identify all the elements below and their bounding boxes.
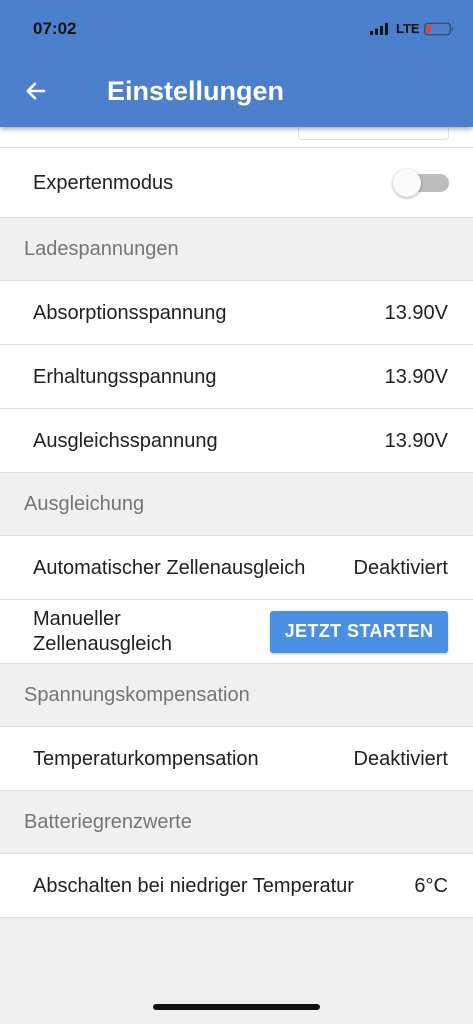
setting-value: 13.90V — [384, 301, 448, 324]
section-header-charge-voltages: Ladespannungen — [0, 218, 473, 281]
list-item-partial — [0, 127, 473, 148]
start-now-button[interactable]: JETZT STARTEN — [270, 610, 448, 653]
setting-temperature-compensation[interactable]: Temperaturkompensation Deaktiviert — [0, 727, 473, 791]
setting-value: 13.90V — [384, 429, 448, 452]
setting-label: Erhaltungsspannung — [33, 365, 217, 388]
setting-label: Abschalten bei niedriger Temperatur — [33, 874, 354, 897]
setting-expert-mode[interactable]: Expertenmodus — [0, 148, 473, 218]
setting-value: Deaktiviert — [353, 747, 448, 770]
section-header-voltage-compensation: Spannungskompensation — [0, 664, 473, 727]
section-title: Ausgleichung — [24, 492, 145, 515]
setting-value: 6°C — [414, 874, 448, 897]
setting-low-temperature-cutoff[interactable]: Abschalten bei niedriger Temperatur 6°C — [0, 854, 473, 918]
status-time: 07:02 — [33, 19, 77, 38]
setting-label: Expertenmodus — [33, 171, 174, 194]
value-field[interactable] — [298, 127, 449, 140]
setting-equalization-voltage[interactable]: Ausgleichsspannung 13.90V — [0, 409, 473, 473]
expert-mode-toggle[interactable] — [393, 168, 449, 197]
setting-label: Absorptionsspannung — [33, 301, 227, 324]
setting-auto-cell-balancing[interactable]: Automatischer Zellenausgleich Deaktivier… — [0, 536, 473, 600]
settings-list: Expertenmodus Ladespannungen Absorptions… — [0, 127, 473, 918]
setting-label: Automatischer Zellenausgleich — [33, 556, 306, 579]
back-button[interactable] — [18, 73, 54, 109]
section-title: Ladespannungen — [24, 237, 179, 260]
toggle-knob — [393, 168, 421, 197]
setting-label: Manueller Zellenausgleich — [33, 607, 172, 655]
setting-absorption-voltage[interactable]: Absorptionsspannung 13.90V — [0, 281, 473, 345]
section-title: Spannungskompensation — [24, 683, 250, 706]
battery-low-icon — [424, 22, 454, 36]
app-header: 07:02 LTE Einstellungen — [0, 0, 473, 127]
arrow-left-icon — [26, 82, 46, 100]
setting-manual-cell-balancing: Manueller Zellenausgleich JETZT STARTEN — [0, 600, 473, 664]
setting-value: Deaktiviert — [353, 556, 448, 579]
section-title: Batteriegrenzwerte — [24, 810, 192, 833]
setting-label: Ausgleichsspannung — [33, 429, 218, 452]
page-title: Einstellungen — [107, 76, 285, 106]
signal-bars-icon — [370, 23, 388, 35]
section-header-battery-limits: Batteriegrenzwerte — [0, 791, 473, 854]
section-header-equalization: Ausgleichung — [0, 473, 473, 536]
home-indicator[interactable] — [153, 1004, 320, 1010]
setting-label: Temperaturkompensation — [33, 747, 259, 770]
setting-value: 13.90V — [384, 365, 448, 388]
network-type-label: LTE — [396, 21, 420, 36]
setting-float-voltage[interactable]: Erhaltungsspannung 13.90V — [0, 345, 473, 409]
